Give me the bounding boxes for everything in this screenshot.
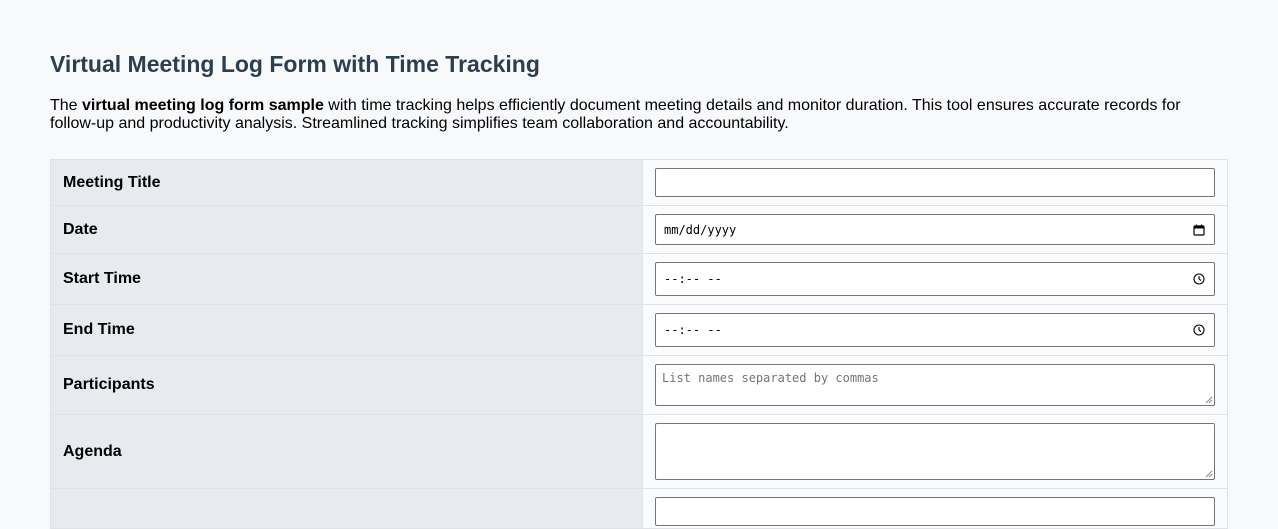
end-time-placeholder: --:-- -- — [664, 323, 722, 337]
end-time-input[interactable]: --:-- -- — [655, 313, 1215, 347]
participants-placeholder: List names separated by commas — [662, 371, 879, 385]
clock-icon[interactable] — [1192, 272, 1206, 286]
next-row-input[interactable] — [655, 497, 1215, 526]
calendar-icon[interactable] — [1192, 223, 1206, 237]
form-row-start-time: Start Time --:-- -- — [50, 253, 1228, 305]
end-time-label: End Time — [50, 304, 643, 356]
intro-prefix: The — [50, 97, 83, 114]
agenda-label: Agenda — [50, 414, 643, 489]
participants-label: Participants — [50, 355, 643, 415]
form-row-end-time: End Time --:-- -- — [50, 304, 1228, 356]
resize-grip-icon[interactable] — [1205, 396, 1213, 404]
start-time-input[interactable]: --:-- -- — [655, 262, 1215, 296]
date-input[interactable]: mm/dd/yyyy — [655, 214, 1215, 245]
participants-textarea[interactable]: List names separated by commas — [655, 364, 1215, 406]
form-row-agenda: Agenda — [50, 414, 1228, 489]
form-row-date: Date mm/dd/yyyy — [50, 205, 1228, 254]
page-title: Virtual Meeting Log Form with Time Track… — [50, 51, 540, 77]
form-row-participants: Participants List names separated by com… — [50, 355, 1228, 415]
next-row-label — [50, 488, 643, 529]
meeting-log-form: Meeting Title Date mm/dd/yyyy Start Time… — [50, 159, 1228, 529]
intro-paragraph: The virtual meeting log form sample with… — [50, 97, 1210, 133]
intro-bold-text: virtual meeting log form sample — [82, 97, 324, 114]
meeting-title-label: Meeting Title — [50, 159, 643, 206]
meeting-title-input[interactable] — [655, 168, 1215, 197]
clock-icon[interactable] — [1192, 323, 1206, 337]
start-time-label: Start Time — [50, 253, 643, 305]
form-row-next-partial — [50, 488, 1228, 529]
resize-grip-icon[interactable] — [1205, 470, 1213, 478]
form-row-meeting-title: Meeting Title — [50, 159, 1228, 206]
date-placeholder: mm/dd/yyyy — [664, 222, 737, 237]
start-time-placeholder: --:-- -- — [664, 272, 722, 286]
agenda-textarea[interactable] — [655, 423, 1215, 480]
date-label: Date — [50, 205, 643, 254]
